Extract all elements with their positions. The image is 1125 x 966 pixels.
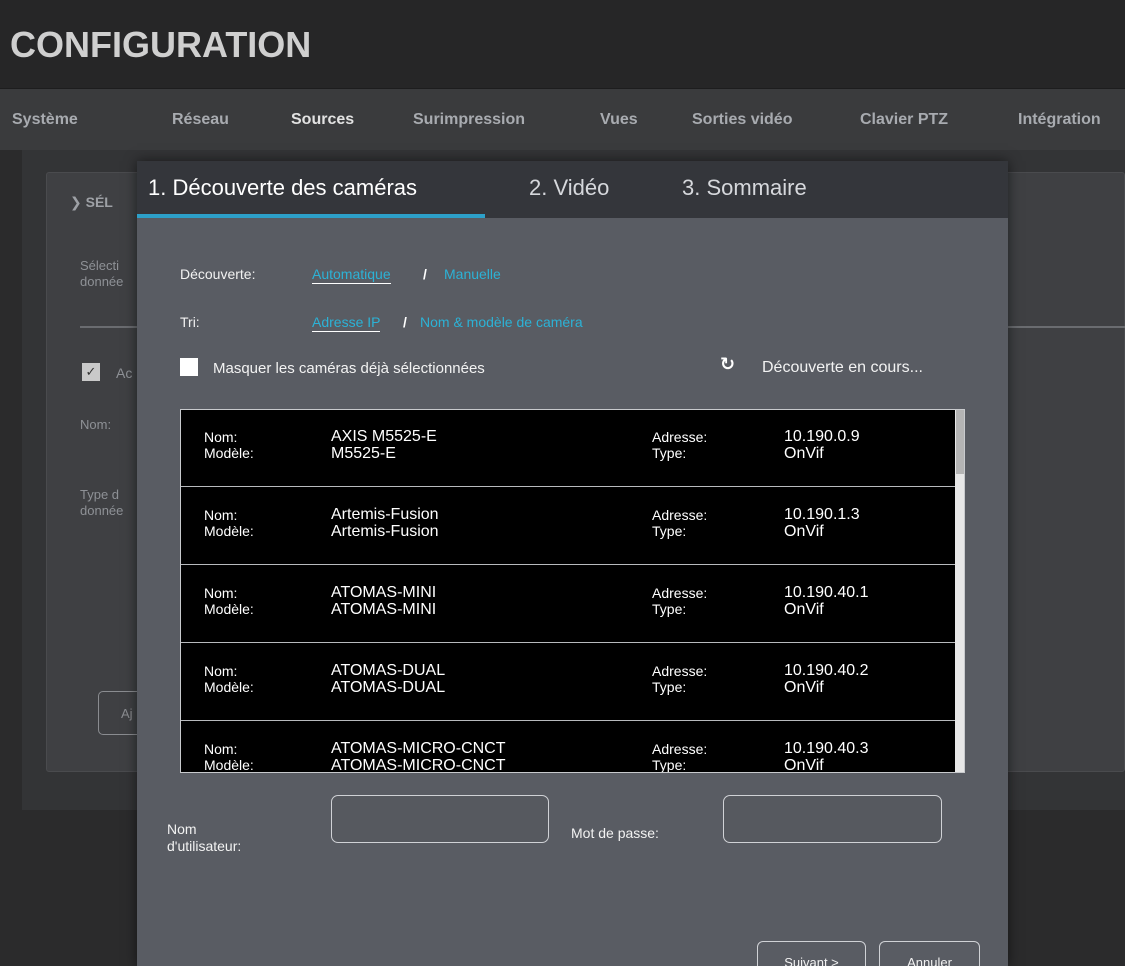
wizard-tabbar: 1. Découverte des caméras 2. Vidéo 3. So… [137,161,1008,218]
scrollbar-thumb[interactable] [956,410,964,474]
model-key: Modèle: [204,679,254,695]
camera-address: 10.190.0.9 [784,428,860,445]
camera-type: OnVif [784,523,824,540]
password-input[interactable] [723,795,942,843]
section-header-label: SÉL [85,194,113,210]
type-key: Type: [652,679,687,695]
page-header: CONFIGURATION [0,0,1125,88]
username-label-2: d'utilisateur: [167,838,242,854]
bg-active-label: Ac [116,365,133,381]
name-key: Nom: [204,507,238,523]
discovery-separator: / [423,266,427,282]
tab-reseau[interactable]: Réseau [172,111,229,129]
name-key: Nom: [204,663,238,679]
model-key: Modèle: [204,523,254,539]
tab-surimpression[interactable]: Surimpression [413,111,525,129]
divider [80,326,140,328]
camera-row[interactable]: Nom: Modèle: ATOMAS-MINI ATOMAS-MINI Adr… [181,566,955,643]
cancel-button[interactable]: Annuler [879,941,980,966]
camera-name: ATOMAS-DUAL [331,662,446,679]
type-key: Type: [652,601,687,617]
bg-type-label-1: Type d [80,487,120,502]
tab-vues[interactable]: Vues [600,111,638,129]
bg-select-label-2: donnée [80,274,124,289]
hide-selected-label: Masquer les caméras déjà sélectionnées [213,360,485,377]
next-button[interactable]: Suivant > [757,941,866,966]
address-key: Adresse: [652,663,708,679]
camera-model: ATOMAS-MINI [331,601,437,618]
main-tabbar: Système Réseau Sources Surimpression Vue… [0,88,1125,150]
chevron-down-icon: ❯ [70,194,82,210]
section-header[interactable]: ❯ SÉL [70,194,113,211]
active-tab-indicator [137,214,485,218]
address-key: Adresse: [652,507,708,523]
camera-discovery-dialog: 1. Découverte des caméras 2. Vidéo 3. So… [137,161,1008,966]
tab-clavier-ptz[interactable]: Clavier PTZ [860,111,948,129]
model-key: Modèle: [204,601,254,617]
camera-address: 10.190.40.2 [784,662,869,679]
tab-sorties-video[interactable]: Sorties vidéo [692,111,792,129]
sort-name-model-link[interactable]: Nom & modèle de caméra [420,314,583,330]
camera-row[interactable]: Nom: Modèle: AXIS M5525-E M5525-E Adress… [181,410,955,487]
camera-row[interactable]: Nom: Modèle: ATOMAS-MICRO-CNCT ATOMAS-MI… [181,722,955,773]
camera-type: OnVif [784,679,824,696]
tab-camera-discovery[interactable]: 1. Découverte des caméras [148,175,417,201]
sort-label: Tri: [180,314,200,330]
camera-name: ATOMAS-MICRO-CNCT [331,740,506,757]
bg-select-label-1: Sélecti [80,258,120,273]
camera-model: M5525-E [331,445,396,462]
camera-address: 10.190.40.1 [784,584,869,601]
camera-row[interactable]: Nom: Modèle: Artemis-Fusion Artemis-Fusi… [181,488,955,565]
discovery-label: Découverte: [180,266,256,282]
camera-type: OnVif [784,445,824,462]
bg-type-label-2: donnée [80,503,124,518]
page-title: CONFIGURATION [10,24,312,65]
camera-model: Artemis-Fusion [331,523,439,540]
username-input[interactable] [331,795,549,843]
divider [1008,326,1125,328]
type-key: Type: [652,445,687,461]
address-key: Adresse: [652,741,708,757]
discovery-manual-link[interactable]: Manuelle [444,266,501,282]
tab-integration[interactable]: Intégration [1018,111,1101,129]
camera-type: OnVif [784,757,824,773]
name-key: Nom: [204,585,238,601]
type-key: Type: [652,757,687,773]
tab-sources[interactable]: Sources [291,111,354,129]
camera-name: AXIS M5525-E [331,428,437,445]
tab-video[interactable]: 2. Vidéo [529,175,609,201]
type-key: Type: [652,523,687,539]
bg-name-label: Nom: [80,417,112,432]
sort-separator: / [403,314,407,330]
active-checkbox[interactable]: ✓ [82,363,100,381]
model-key: Modèle: [204,757,254,773]
address-key: Adresse: [652,585,708,601]
tab-summary[interactable]: 3. Sommaire [682,175,807,201]
name-key: Nom: [204,741,238,757]
username-label-1: Nom [167,821,197,837]
camera-type: OnVif [784,601,824,618]
camera-address: 10.190.40.3 [784,740,869,757]
camera-row[interactable]: Nom: Modèle: ATOMAS-DUAL ATOMAS-DUAL Adr… [181,644,955,721]
camera-name: ATOMAS-MINI [331,584,437,601]
refresh-spinner-icon: ↻ [720,354,736,374]
discovery-status: Découverte en cours... [762,359,923,376]
hide-selected-checkbox[interactable] [180,358,198,376]
model-key: Modèle: [204,445,254,461]
name-key: Nom: [204,429,238,445]
tab-systeme[interactable]: Système [12,111,78,129]
discovery-automatic-link[interactable]: Automatique [312,266,391,284]
camera-model: ATOMAS-DUAL [331,679,446,696]
camera-name: Artemis-Fusion [331,506,439,523]
password-label: Mot de passe: [571,825,659,841]
address-key: Adresse: [652,429,708,445]
camera-address: 10.190.1.3 [784,506,860,523]
camera-list[interactable]: Nom: Modèle: AXIS M5525-E M5525-E Adress… [180,409,965,773]
camera-model: ATOMAS-MICRO-CNCT [331,757,506,773]
sort-ip-address-link[interactable]: Adresse IP [312,314,381,332]
